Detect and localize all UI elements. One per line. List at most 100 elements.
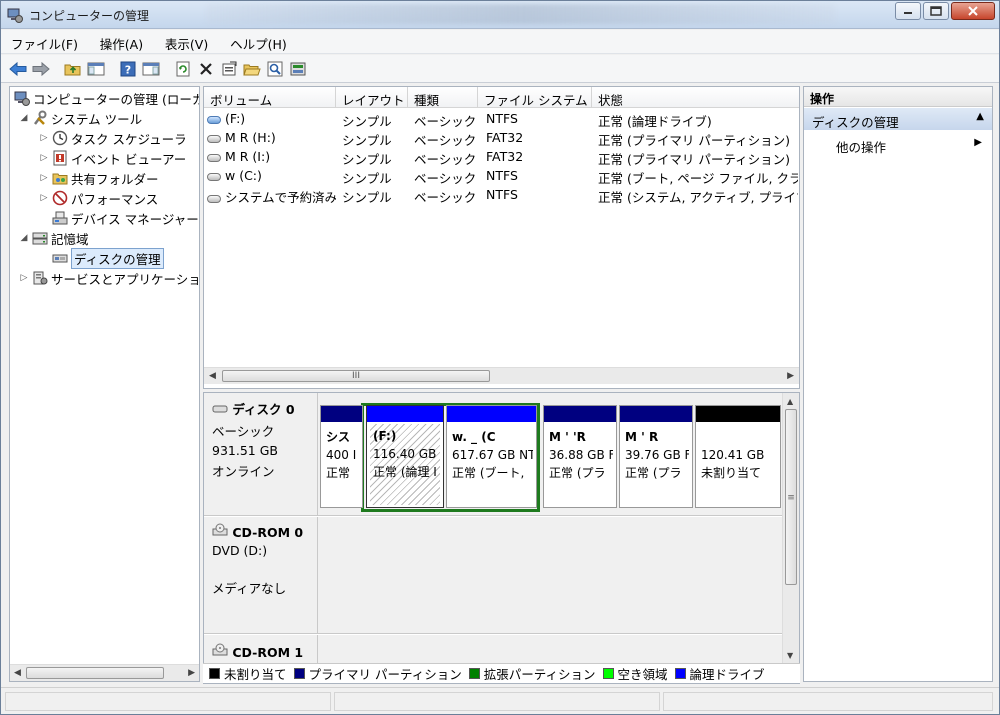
tree-horizontal-scrollbar[interactable]: ◀ ▶ — [10, 664, 199, 681]
volume-row[interactable]: w (C:) シンプル ベーシック NTFS 正常 (ブート, ページ ファイル… — [204, 166, 799, 186]
column-header-volume[interactable]: ボリューム — [204, 87, 336, 108]
volume-icon — [207, 172, 221, 181]
scroll-thumb[interactable]: III — [222, 370, 490, 382]
delete-button[interactable] — [195, 58, 217, 80]
properties-button[interactable] — [218, 58, 240, 80]
tree-label: イベント ビューアー — [71, 151, 187, 167]
disk-settings-button[interactable] — [287, 58, 309, 80]
show-hide-action-pane-button[interactable] — [140, 58, 162, 80]
maximize-icon — [930, 6, 942, 16]
help-button[interactable]: ? — [117, 58, 139, 80]
volume-row[interactable]: M R (I:) シンプル ベーシック FAT32 正常 (プライマリ パーティ… — [204, 147, 799, 167]
forward-button[interactable] — [30, 58, 52, 80]
legend-extended-partition: 拡張パーティション — [468, 664, 596, 683]
tree-item-services-applications[interactable]: ▷ サービスとアプリケーショ — [18, 268, 199, 288]
collapse-arrow-icon[interactable]: ◢ — [18, 113, 30, 123]
search-button[interactable] — [264, 58, 286, 80]
maximize-button[interactable] — [923, 2, 949, 20]
disk-0-type: ベーシック — [212, 424, 275, 439]
tree-label: パフォーマンス — [71, 191, 159, 207]
scroll-thumb[interactable] — [26, 667, 164, 679]
column-header-status[interactable]: 状態 — [592, 87, 799, 108]
disk-0-label[interactable]: ディスク 0 ベーシック 931.51 GB オンライン — [204, 393, 318, 516]
expand-arrow-icon[interactable]: ▷ — [38, 193, 50, 203]
volume-row[interactable]: M R (H:) シンプル ベーシック FAT32 正常 (プライマリ パーティ… — [204, 128, 799, 148]
open-button[interactable] — [241, 58, 263, 80]
volume-icon — [207, 115, 221, 124]
tree-item-computer-management[interactable]: コンピューターの管理 (ローカ — [12, 88, 199, 108]
refresh-icon — [176, 61, 190, 76]
volume-row[interactable]: システムで予約済み シンプル ベーシック NTFS 正常 (システム, アクティ… — [204, 185, 799, 205]
cdrom-0-area[interactable] — [318, 517, 784, 634]
minimize-icon — [904, 12, 912, 14]
tree-item-device-manager[interactable]: デバイス マネージャー — [50, 208, 199, 228]
tree-item-task-scheduler[interactable]: ▷ タスク スケジューラ — [38, 128, 187, 148]
actions-section-disk-management[interactable]: ディスクの管理 ▲ — [804, 108, 992, 130]
minimize-button[interactable] — [895, 2, 921, 20]
cdrom-0-label[interactable]: CD-ROM 0 DVD (D:) メディアなし — [204, 517, 318, 634]
disk-settings-icon — [290, 62, 306, 75]
tree-item-storage[interactable]: ◢ 記憶域 — [18, 228, 89, 248]
partition-system-reserved[interactable]: シス 400 I 正常 — [320, 405, 363, 508]
scroll-right-arrow-icon[interactable]: ▶ — [787, 371, 794, 381]
column-header-filesystem[interactable]: ファイル システム — [478, 87, 592, 108]
menu-view[interactable]: 表示(V) — [155, 30, 216, 53]
scroll-left-arrow-icon[interactable]: ◀ — [209, 371, 216, 381]
blurred-region — [206, 4, 836, 24]
collapse-arrow-icon[interactable]: ◢ — [18, 233, 30, 243]
status-cell — [663, 692, 993, 711]
scroll-up-arrow-icon[interactable]: ▲ — [787, 397, 793, 406]
refresh-button[interactable] — [172, 58, 194, 80]
volume-icon — [207, 194, 221, 203]
action-more-actions[interactable]: 他の操作 ▶ — [804, 134, 992, 155]
title-bar[interactable]: コンピューターの管理 — [1, 1, 999, 29]
action-pane-icon — [142, 62, 160, 75]
tree-label: ディスクの管理 — [71, 247, 164, 269]
cdrom-1-area[interactable] — [318, 635, 784, 665]
menu-help[interactable]: ヘルプ(H) — [220, 30, 295, 53]
expand-arrow-icon[interactable]: ▷ — [38, 133, 50, 143]
scroll-thumb[interactable]: ≡ — [785, 409, 797, 585]
tools-icon — [32, 110, 48, 126]
tree-item-disk-management[interactable]: ディスクの管理 — [50, 247, 164, 269]
magnifier-icon — [267, 61, 283, 76]
expand-arrow-icon[interactable]: ▷ — [38, 153, 50, 163]
services-icon — [32, 270, 48, 286]
volume-row[interactable]: (F:) シンプル ベーシック NTFS 正常 (論理ドライブ) — [204, 109, 799, 129]
close-button[interactable] — [951, 2, 995, 20]
volume-icon — [207, 134, 221, 143]
column-header-layout[interactable]: レイアウト — [336, 87, 408, 108]
show-hide-console-tree-button[interactable] — [85, 58, 107, 80]
column-header-type[interactable]: 種類 — [408, 87, 478, 108]
cdrom-1-label[interactable]: CD-ROM 1 — [204, 635, 318, 665]
tree-item-shared-folders[interactable]: ▷ 共有フォルダー — [38, 168, 159, 188]
computer-management-icon — [14, 90, 30, 106]
scroll-left-arrow-icon[interactable]: ◀ — [14, 668, 21, 678]
scroll-right-arrow-icon[interactable]: ▶ — [188, 668, 195, 678]
legend-free-space: 空き領域 — [602, 664, 668, 683]
collapse-up-icon[interactable]: ▲ — [976, 111, 984, 122]
disk-map-vertical-scrollbar[interactable]: ▲ ≡ ▼ — [782, 393, 799, 683]
expand-arrow-icon[interactable]: ▷ — [18, 273, 30, 283]
tree-item-event-viewer[interactable]: ▷ イベント ビューアー — [38, 148, 186, 168]
partition-i[interactable]: M ' R 39.76 GB F 正常 (プラ — [619, 405, 693, 508]
forward-arrow-icon — [32, 61, 50, 76]
volume-list-horizontal-scrollbar[interactable]: ◀ III ▶ — [204, 367, 799, 384]
cdrom-0-drive: DVD (D:) — [212, 543, 268, 558]
menu-file[interactable]: ファイル(F) — [1, 30, 86, 53]
partition-f[interactable]: (F:) 116.40 GB 正常 (論理 I — [366, 405, 444, 508]
back-button[interactable] — [7, 58, 29, 80]
partition-h[interactable]: M ' 'R 36.88 GB F 正常 (プラ — [543, 405, 617, 508]
cd-drive-icon — [212, 643, 228, 656]
legend-logical-drive: 論理ドライブ — [674, 664, 765, 683]
tree-item-performance[interactable]: ▷ パフォーマンス — [38, 188, 158, 208]
partition-unallocated[interactable]: 120.41 GB 未割り当て — [695, 405, 781, 508]
scroll-down-arrow-icon[interactable]: ▼ — [787, 651, 793, 660]
volume-list-header: ボリューム レイアウト 種類 ファイル システム 状態 — [204, 87, 799, 108]
menu-action[interactable]: 操作(A) — [90, 30, 151, 53]
expand-arrow-icon[interactable]: ▷ — [38, 173, 50, 183]
tree-label: タスク スケジューラ — [71, 131, 187, 147]
up-folder-button[interactable] — [62, 58, 84, 80]
tree-item-system-tools[interactable]: ◢ システム ツール — [18, 108, 142, 128]
partition-c[interactable]: w. _ (C 617.67 GB NT 正常 (ブート, — [446, 405, 537, 508]
